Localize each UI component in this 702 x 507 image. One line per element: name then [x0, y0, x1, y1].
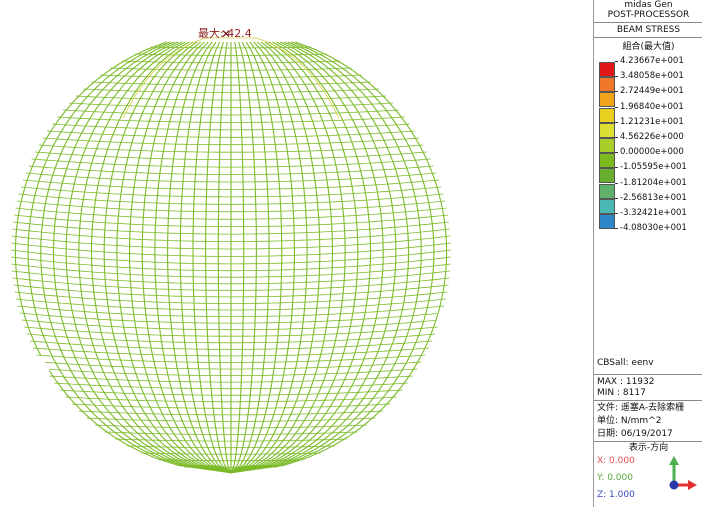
legend-tick	[615, 121, 618, 123]
legend-level-value: 4.56226e+000	[620, 132, 684, 142]
divider	[594, 441, 702, 442]
legend-level-value: -1.05595e+001	[620, 162, 687, 173]
legend-level-value: -1.81204e+001	[620, 177, 687, 188]
max-element: MAX : 11932	[597, 377, 655, 387]
ring-beam	[21, 319, 436, 331]
post-processor-title: POST-PROCESSOR	[607, 10, 690, 20]
divider	[594, 374, 702, 375]
legend-level-value: -2.56813e+001	[620, 192, 687, 203]
legend-tick	[615, 197, 618, 199]
legend-level-value: 1.96840e+001	[620, 101, 684, 112]
divider	[594, 37, 702, 38]
legend-tick	[615, 106, 618, 108]
legend-level-value: -4.08030e+001	[620, 223, 687, 234]
divider	[594, 22, 702, 23]
legend-level-value: 4.23667e+001	[620, 56, 684, 66]
legend-tick	[615, 182, 618, 184]
legend-tick	[615, 152, 618, 154]
view-y: Y: 0.000	[597, 473, 633, 483]
ring-beam	[19, 312, 438, 324]
view-direction-title: 表示-方向	[628, 443, 669, 453]
model-viewport[interactable]: 最大: 42.4 ✕	[0, 0, 592, 507]
max-point-marker-icon: ✕	[221, 27, 232, 41]
axis-triad-icon	[669, 456, 697, 490]
legend-level-value: -3.32421e+001	[620, 208, 687, 218]
legend-tick	[615, 228, 618, 230]
view-x: X: 0.000	[597, 456, 635, 466]
legend-level: -4.08030e+001	[599, 223, 702, 244]
legend-tick	[615, 137, 618, 138]
legend-tick	[615, 213, 618, 214]
dome-mesh	[10, 37, 452, 474]
legend-tick	[615, 91, 618, 93]
view-z: Z: 1.000	[597, 490, 635, 500]
legend-level-value: 0.00000e+000	[620, 147, 684, 158]
legend-tick	[615, 61, 618, 62]
result-component: 組合(最大值)	[622, 42, 675, 52]
legend-level-value: 3.48058e+001	[620, 71, 684, 82]
legend-level-value: 2.72449e+001	[620, 86, 684, 97]
divider	[594, 400, 702, 401]
unit-label: 单位: N/mm^2	[597, 416, 662, 426]
min-element: MIN : 8117	[597, 388, 646, 398]
legend-panel: midas Gen POST-PROCESSOR BEAM STRESS 組合(…	[593, 0, 702, 507]
legend-level-value: 1.21231e+001	[620, 116, 684, 127]
result-type: BEAM STRESS	[616, 25, 681, 35]
load-case-label: CBSall: eenv	[597, 358, 654, 368]
date-label: 日期: 06/19/2017	[597, 429, 673, 439]
file-name: 文件: 遥塞A-去除索栅	[597, 403, 685, 413]
legend-tick	[615, 167, 618, 169]
legend-tick	[615, 76, 618, 78]
